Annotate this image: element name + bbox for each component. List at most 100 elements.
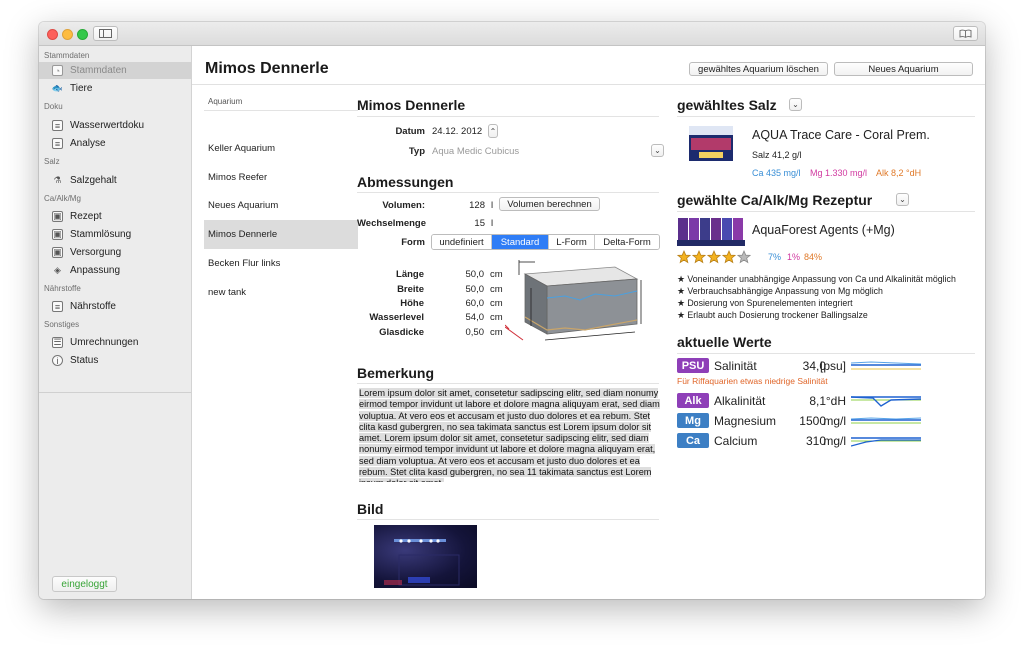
jar-icon: ▣ (52, 229, 63, 240)
measure-unit: cm (490, 284, 503, 295)
remark-divider (357, 383, 659, 384)
delete-aquarium-button[interactable]: gewähltes Aquarium löschen (689, 62, 828, 76)
form-option-l-form[interactable]: L-Form (549, 235, 595, 249)
recipe-feature: ★ Dosierung von Spurenelementen integrie… (677, 298, 853, 308)
exchange-label: Wechselmenge (357, 218, 426, 229)
book-button[interactable] (953, 26, 978, 41)
list-item[interactable]: new tank (204, 278, 358, 307)
recipe-pct-2: 1% (787, 252, 801, 262)
new-aquarium-button[interactable]: Neues Aquarium (834, 62, 973, 76)
sidebar-item-anpassung[interactable]: ◈ Anpassung (39, 262, 191, 279)
list-item[interactable]: Neues Aquarium (204, 191, 358, 220)
volume-label: Volumen: (382, 200, 425, 211)
sidebar-item-salzgehalt[interactable]: ⚗ Salzgehalt (39, 172, 191, 189)
measure-label: Höhe (400, 298, 424, 309)
exchange-value[interactable]: 15 (461, 218, 485, 229)
document-icon: ≡ (52, 301, 63, 312)
calculate-volume-button[interactable]: Volumen berechnen (499, 197, 600, 211)
form-option-delta-form[interactable]: Delta-Form (595, 235, 659, 249)
list-item[interactable]: Becken Flur links (204, 249, 358, 278)
value-label: Alkalinität (714, 394, 766, 408)
volume-value[interactable]: 128 (461, 200, 485, 211)
measure-value[interactable]: 50,0 (449, 284, 485, 295)
type-dropdown[interactable]: ⌄ (651, 144, 664, 157)
app-window: Stammdaten ◔ Stammdaten 🐟 Tiere Doku ≡ W… (39, 22, 985, 599)
tank-diagram (505, 260, 642, 341)
aquarium-photo[interactable] (374, 525, 477, 588)
date-stepper[interactable]: ⌃ (488, 124, 498, 138)
form-option-undefiniert[interactable]: undefiniert (432, 235, 492, 249)
form-option-standard[interactable]: Standard (492, 235, 549, 249)
value-unit: [psu] (819, 359, 846, 373)
sidebar-item-label: Umrechnungen (70, 337, 139, 348)
form-segmented-control[interactable]: undefiniert Standard L-Form Delta-Form (431, 234, 660, 250)
login-status-button[interactable]: eingeloggt (52, 576, 117, 592)
list-item[interactable]: Keller Aquarium (204, 134, 358, 163)
list-item[interactable]: Mimos Reefer (204, 163, 358, 192)
flask-icon: ⚗ (53, 175, 62, 185)
salinity-trend-sparkline (851, 361, 921, 370)
close-window-button[interactable] (47, 29, 58, 40)
picture-divider (357, 519, 659, 520)
psu-badge: PSU (677, 358, 709, 373)
sidebar-item-label: Nährstoffe (70, 301, 116, 312)
jar-icon: ▣ (52, 211, 63, 222)
sidebar-toggle-button[interactable] (93, 26, 118, 41)
sidebar-item-stammloesung[interactable]: ▣ Stammlösung (39, 226, 191, 243)
calcium-trend-sparkline (851, 437, 921, 447)
book-icon (959, 29, 972, 38)
sidebar-item-analyse[interactable]: ≡ Analyse (39, 135, 191, 152)
exchange-unit: l (491, 218, 494, 229)
measure-value[interactable]: 54,0 (449, 312, 485, 323)
measure-unit: cm (490, 269, 503, 280)
volume-unit: l (491, 200, 494, 211)
measure-label: Länge (396, 269, 424, 280)
value-unit: °dH (825, 394, 846, 408)
sidebar-item-label: Rezept (70, 211, 102, 222)
alk-badge: Alk (677, 393, 709, 408)
picture-title: Bild (357, 501, 384, 517)
measure-value[interactable]: 0,50 (449, 327, 485, 338)
minimize-window-button[interactable] (62, 29, 73, 40)
salt-dropdown[interactable]: ⌄ (789, 98, 802, 111)
measure-value[interactable]: 60,0 (449, 298, 485, 309)
info-icon: i (52, 355, 63, 366)
recipe-feature: ★ Erlaubt auch Dosierung trockener Balli… (677, 310, 868, 320)
dimensions-title: Abmessungen (357, 174, 454, 190)
sidebar-item-umrechnungen[interactable]: ☰ Umrechnungen (39, 334, 191, 351)
measure-value[interactable]: 50,0 (449, 269, 485, 280)
type-value[interactable]: Aqua Medic Cubicus (432, 146, 519, 157)
sidebar-item-label: Salzgehalt (70, 175, 117, 186)
title-bar (39, 22, 985, 46)
recipe-dropdown[interactable]: ⌄ (896, 193, 909, 206)
star-filled-icon (677, 250, 691, 264)
sidebar-item-versorgung[interactable]: ▣ Versorgung (39, 244, 191, 261)
zoom-window-button[interactable] (77, 29, 88, 40)
salt-divider (677, 116, 975, 117)
list-header-divider (204, 110, 358, 111)
sidebar-item-rezept[interactable]: ▣ Rezept (39, 208, 191, 225)
sidebar-icon (99, 29, 112, 38)
alkalinity-trend-sparkline (851, 396, 921, 407)
ca-badge: Ca (677, 433, 709, 448)
sidebar-item-label: Stammlösung (70, 229, 132, 240)
date-value[interactable]: 24.12. 2012 (432, 126, 482, 137)
list-item-selected[interactable]: Mimos Dennerle (204, 220, 358, 249)
header-divider (192, 84, 985, 85)
remark-textarea[interactable]: Lorem ipsum dolor sit amet, consetetur s… (359, 388, 661, 482)
sidebar-item-label: Versorgung (70, 247, 122, 258)
main-content: Mimos Dennerle gewähltes Aquarium lösche… (192, 46, 985, 599)
recipe-product-image (677, 216, 745, 246)
sidebar-item-label: Status (70, 355, 99, 366)
sidebar-section-naehrstoffe: Nährstoffe (44, 284, 81, 293)
sidebar-item-tiere[interactable]: 🐟 Tiere (39, 80, 191, 97)
sidebar-item-label: Stammdaten (70, 65, 127, 76)
recipe-rating (677, 250, 751, 264)
salt-ca-value: Ca 435 mg/l (752, 168, 801, 178)
sidebar-item-stammdaten[interactable]: ◔ Stammdaten (39, 62, 191, 79)
sidebar: Stammdaten ◔ Stammdaten 🐟 Tiere Doku ≡ W… (39, 46, 192, 599)
jar-icon: ▣ (52, 247, 63, 258)
sidebar-item-naehrstoffe[interactable]: ≡ Nährstoffe (39, 298, 191, 315)
sidebar-item-status[interactable]: i Status (39, 352, 191, 369)
sidebar-item-wasserwertdoku[interactable]: ≡ Wasserwertdoku (39, 117, 191, 134)
